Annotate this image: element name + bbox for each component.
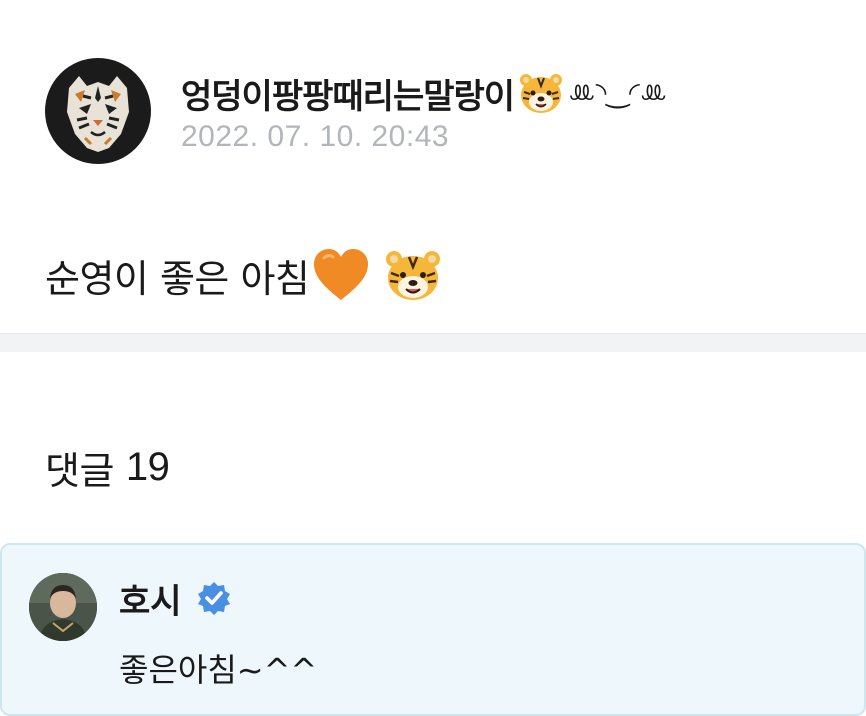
comments-label: 댓글 bbox=[45, 449, 114, 493]
author-kaomoji: ꔛ◝‿◜ꔛ bbox=[568, 76, 668, 109]
comment-text: 좋은아침~^^ bbox=[119, 651, 318, 689]
comment-author[interactable]: 호시 bbox=[119, 574, 182, 623]
comments-count: 19 bbox=[125, 445, 170, 489]
post-page: 엉덩이팡팡때리는말랑이 ꔛ◝‿◜ꔛ 2022. 07. 10. 20:43 순영… bbox=[0, 0, 866, 716]
verified-badge-icon bbox=[197, 582, 230, 615]
comment-author-row: 호시 bbox=[119, 573, 232, 623]
author-name-row: 엉덩이팡팡때리는말랑이 ꔛ◝‿◜ꔛ bbox=[181, 68, 667, 118]
author-info: 엉덩이팡팡때리는말랑이 ꔛ◝‿◜ꔛ 2022. 07. 10. 20:43 bbox=[181, 68, 667, 154]
post-date: 2022. 07. 10. 20:43 bbox=[181, 120, 450, 153]
tiger-avatar-icon bbox=[67, 76, 129, 152]
tiger-face-emoji-icon bbox=[386, 251, 441, 300]
post-text: 순영이 좋은 아침 bbox=[45, 256, 310, 301]
commenter-photo-icon bbox=[29, 573, 97, 641]
tiger-face-emoji-icon bbox=[520, 74, 563, 113]
comments-heading: 댓글 19 bbox=[45, 440, 170, 495]
section-divider bbox=[0, 333, 866, 352]
commenter-avatar[interactable] bbox=[29, 573, 97, 641]
author-avatar[interactable] bbox=[45, 58, 151, 164]
comment-item[interactable]: 호시 좋은아침~^^ bbox=[0, 543, 866, 716]
orange-heart-emoji-icon bbox=[314, 249, 369, 300]
author-name[interactable]: 엉덩이팡팡때리는말랑이 bbox=[181, 69, 515, 118]
post-body: 순영이 좋은 아침 bbox=[45, 240, 441, 310]
post-header: 엉덩이팡팡때리는말랑이 ꔛ◝‿◜ꔛ 2022. 07. 10. 20:43 bbox=[45, 58, 667, 164]
